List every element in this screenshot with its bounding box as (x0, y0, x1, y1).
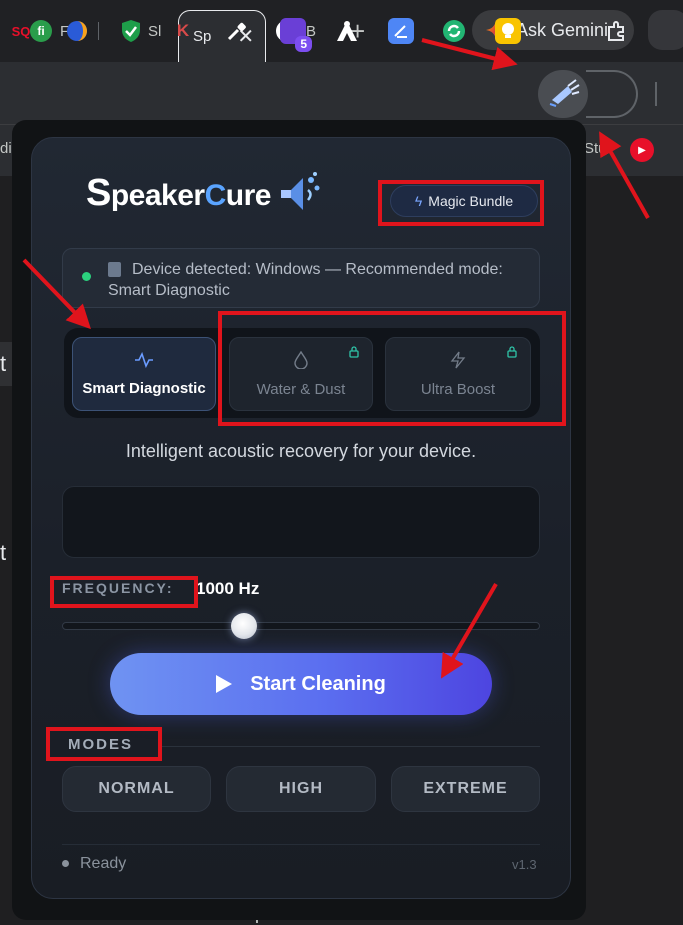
annotation-box (218, 311, 566, 426)
youtube-music-icon[interactable]: ▶ (630, 138, 654, 162)
speakercure-extension-button[interactable] (538, 70, 588, 118)
audio-visualizer (62, 486, 540, 558)
puzzle-icon[interactable] (604, 18, 630, 44)
annotation-box (378, 180, 544, 226)
dropper-extension-icon[interactable] (224, 18, 250, 44)
mode-smart-diagnostic[interactable]: Smart Diagnostic (72, 337, 216, 411)
start-cleaning-button[interactable]: Start Cleaning (110, 653, 492, 715)
play-icon (216, 675, 233, 693)
status-indicator-dot (82, 272, 91, 281)
frequency-value: 1000 Hz (196, 579, 260, 598)
purple-extension-icon[interactable]: 5 (280, 18, 312, 52)
tab-separator (98, 22, 99, 40)
shield-extension-icon[interactable] (118, 18, 144, 44)
mode-description: Intelligent acoustic recovery for your d… (125, 441, 477, 461)
pulse-icon (135, 351, 153, 368)
mode-label: Smart Diagnostic (82, 379, 206, 397)
refresh-extension-icon[interactable] (441, 18, 467, 44)
intensity-extreme-button[interactable]: EXTREME (391, 766, 540, 812)
speaker-splash-icon (280, 172, 320, 210)
section-divider (158, 746, 540, 747)
toolbar-divider (655, 82, 657, 106)
frequency-slider-thumb[interactable] (230, 613, 257, 639)
bulb-extension-icon[interactable] (495, 18, 521, 44)
extensions-menu-frame (586, 70, 638, 118)
ask-gemini-label: Ask Gemini (516, 19, 609, 40)
frequency-slider[interactable] (62, 622, 540, 630)
bookmark-left[interactable]: di (0, 140, 12, 157)
intensity-normal-button[interactable]: NORMAL (62, 766, 211, 812)
footer-divider (62, 844, 540, 845)
window-control[interactable] (648, 10, 683, 50)
start-cleaning-label: Start Cleaning (250, 672, 386, 695)
extension-badge: 5 (295, 36, 312, 52)
status-text: Ready (80, 855, 127, 872)
annotation-box (46, 727, 162, 761)
intensity-high-button[interactable]: HIGH (226, 766, 376, 812)
a-extension-icon[interactable] (334, 18, 360, 44)
tab-title: Sl (148, 22, 162, 40)
half-moon-extension-icon[interactable] (64, 18, 90, 44)
speakercure-extension-icon (549, 79, 580, 107)
bookmark-right[interactable]: Stu (584, 140, 607, 157)
version-label: v1.3 (512, 857, 537, 872)
annotation-box (50, 576, 198, 608)
k-extension-icon[interactable]: K (170, 18, 196, 44)
sq-extension-icon[interactable]: SQ (8, 18, 34, 44)
docs-extension-icon[interactable] (388, 18, 414, 44)
logo-text: SpeakerCure (86, 171, 271, 214)
status-dot (62, 860, 69, 867)
speakercure-logo: SpeakerCure (86, 165, 325, 221)
device-detected-text: Device detected: Windows — Recommended m… (108, 261, 503, 299)
